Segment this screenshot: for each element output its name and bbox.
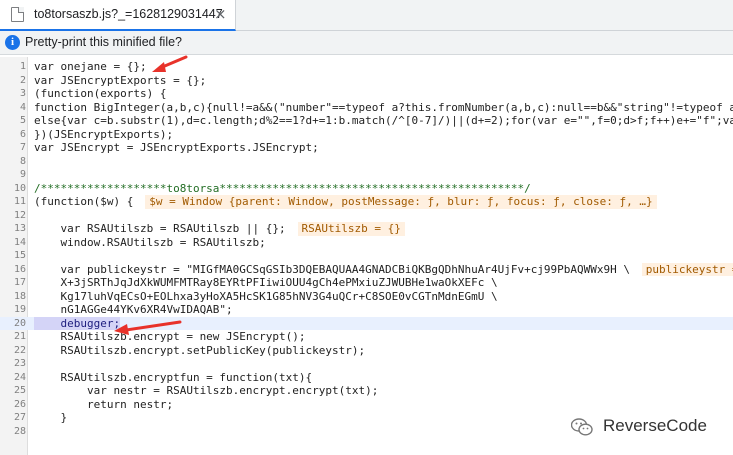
line-number[interactable]: 4 [0, 101, 26, 115]
code-text: var RSAUtilszb = RSAUtilszb || {}; [34, 222, 286, 235]
line-number[interactable]: 11 [0, 195, 26, 209]
line-number[interactable]: 17 [0, 276, 26, 290]
tab-filename: to8torsaszb.js?_=1628129031447 [34, 7, 223, 21]
line-number[interactable]: 1 [0, 60, 26, 74]
pretty-print-infobar: i Pretty-print this minified file? [0, 31, 733, 55]
code-text: function BigInteger(a,b,c){null!=a&&("nu… [34, 100, 733, 114]
code-line[interactable]: 6 })(JSEncryptExports); [0, 128, 733, 142]
code-line[interactable]: 17 X+3jSRThJqJdXkWUMFMTRay8EYRtPFIiwiOUU… [0, 276, 733, 290]
file-tab[interactable]: to8torsaszb.js?_=1628129031447 × [0, 0, 236, 31]
code-text: else{var c=b.substr(1),d=c.length;d%2==1… [34, 114, 733, 127]
line-number[interactable]: 18 [0, 290, 26, 304]
line-number[interactable]: 24 [0, 371, 26, 385]
code-line[interactable]: 21 RSAUtilszb.encrypt = new JSEncrypt(); [0, 330, 733, 344]
code-line[interactable]: 13 var RSAUtilszb = RSAUtilszb || {}; RSA… [0, 222, 733, 236]
line-number[interactable]: 26 [0, 398, 26, 412]
line-number[interactable]: 25 [0, 384, 26, 398]
code-line[interactable]: 11 (function($w) { $w = Window {parent: Wi… [0, 195, 733, 209]
code-text: var publickeystr = "MIGfMA0GCSqGSIb3DQEB… [34, 262, 631, 276]
annotation-arrow-line1 [152, 55, 188, 72]
pretty-print-link[interactable]: Pretty-print this minified file? [25, 35, 182, 49]
code-text: (function(exports) { [34, 87, 167, 100]
code-line[interactable]: 7 var JSEncrypt = JSEncryptExports.JSEncr… [0, 141, 733, 155]
code-line[interactable]: 1 var onejane = {}; [0, 60, 733, 74]
inline-value-badge: $w = Window {parent: Window, postMessage… [145, 195, 657, 209]
code-line[interactable]: 18 Kg17luhVqECsO+EOLhxa3yHoXA5HcSK1G85hN… [0, 290, 733, 304]
annotation-arrow-debugger [114, 320, 182, 335]
line-number[interactable]: 9 [0, 168, 26, 182]
code-editor[interactable]: 1 var onejane = {}; 2 var JSEncryptExports … [0, 57, 733, 455]
code-text: var onejane = {}; [34, 60, 147, 73]
wechat-logo-icon [571, 418, 593, 436]
code-line[interactable]: 24 RSAUtilszb.encryptfun = function(txt)… [0, 371, 733, 385]
code-text: Kg17luhVqECsO+EOLhxa3yHoXA5HcSK1G85hNV3G… [34, 289, 498, 303]
code-text: RSAUtilszb.encrypt.setPublicKey(publicke… [34, 343, 366, 357]
line-number[interactable]: 15 [0, 249, 26, 263]
line-number[interactable]: 3 [0, 87, 26, 101]
line-number[interactable]: 28 [0, 425, 26, 439]
line-number[interactable]: 8 [0, 155, 26, 169]
code-text: X+3jSRThJqJdXkWUMFMTRay8EYRtPFIiwiOUU4gC… [34, 276, 498, 289]
code-text: nG1AGGe44YKv6XR4VwIDAQAB"; [34, 303, 233, 316]
code-text: (function($w) { [34, 195, 134, 208]
code-line[interactable]: 26 return nestr; [0, 398, 733, 412]
line-number[interactable]: 21 [0, 330, 26, 344]
code-line[interactable]: 2 var JSEncryptExports = {}; [0, 74, 733, 88]
line-number[interactable]: 10 [0, 182, 26, 196]
code-text: RSAUtilszb.encryptfun = function(txt){ [34, 370, 313, 384]
close-icon[interactable]: × [214, 5, 227, 23]
code-line[interactable]: 22 RSAUtilszb.encrypt.setPublicKey(publi… [0, 344, 733, 358]
code-line[interactable]: 20 debugger; [0, 316, 733, 331]
line-number[interactable]: 19 [0, 303, 26, 317]
line-number[interactable]: 27 [0, 411, 26, 425]
code-line[interactable]: 16 var publickeystr = "MIGfMA0GCSqGSIb3D… [0, 262, 733, 277]
code-line[interactable]: 3 (function(exports) { [0, 87, 733, 101]
line-number[interactable]: 22 [0, 344, 26, 358]
line-number[interactable]: 7 [0, 141, 26, 155]
code-text: return nestr; [34, 397, 174, 411]
line-number[interactable]: 14 [0, 236, 26, 250]
line-number[interactable]: 2 [0, 74, 26, 88]
code-line[interactable]: 9 [0, 168, 733, 182]
code-text: /*******************to8torsa************… [34, 181, 531, 195]
code-line[interactable]: 15 [0, 249, 733, 263]
tab-bar: to8torsaszb.js?_=1628129031447 × [0, 0, 733, 31]
code-text: var JSEncrypt = JSEncryptExports.JSEncry… [34, 141, 319, 154]
file-icon [11, 7, 24, 22]
code-line[interactable]: 14 window.RSAUtilszb = RSAUtilszb; [0, 236, 733, 250]
code-line[interactable]: 12 [0, 209, 733, 223]
line-number[interactable]: 16 [0, 263, 26, 277]
code-text: })(JSEncryptExports); [34, 127, 174, 141]
line-number[interactable]: 20 [0, 317, 26, 331]
code-text: window.RSAUtilszb = RSAUtilszb; [34, 235, 266, 249]
code-text: } [34, 411, 68, 424]
line-number[interactable]: 6 [0, 128, 26, 142]
line-number[interactable]: 23 [0, 357, 26, 371]
inline-value-badge: publickeystr = [641, 262, 733, 276]
info-icon: i [5, 35, 20, 50]
debugger-statement: debugger; [34, 316, 121, 330]
code-line[interactable]: 10 /*******************to8torsa**********… [0, 182, 733, 196]
code-line[interactable]: 8 [0, 155, 733, 169]
line-number[interactable]: 12 [0, 209, 26, 223]
code-line[interactable]: 23 [0, 357, 733, 371]
code-line[interactable]: 4 function BigInteger(a,b,c){null!=a&&("n… [0, 101, 733, 115]
line-number[interactable]: 5 [0, 114, 26, 128]
line-number[interactable]: 13 [0, 222, 26, 236]
code-line[interactable]: 5 else{var c=b.substr(1),d=c.length;d%2==… [0, 114, 733, 128]
watermark-text: ReverseCode [603, 416, 707, 435]
inline-value-badge: RSAUtilszb = {} [297, 222, 405, 236]
code-text: var nestr = RSAUtilszb.encrypt.encrypt(t… [34, 384, 379, 397]
code-line[interactable]: 25 var nestr = RSAUtilszb.encrypt.encryp… [0, 384, 733, 398]
code-line[interactable]: 19 nG1AGGe44YKv6XR4VwIDAQAB"; [0, 303, 733, 317]
